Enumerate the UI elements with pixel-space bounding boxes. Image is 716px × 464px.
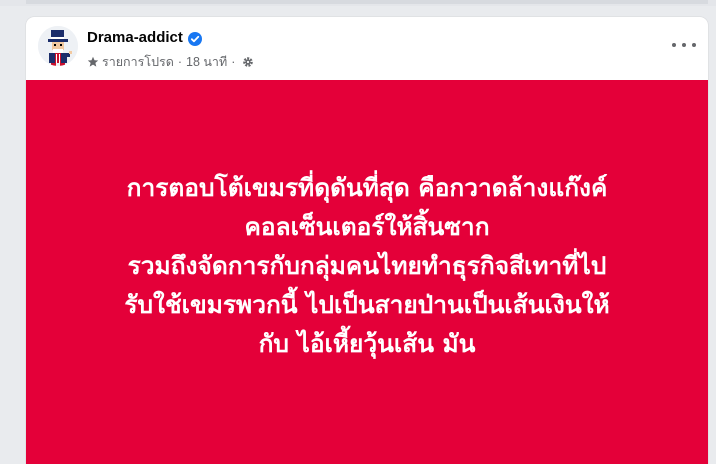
post-text-line: รับใช้เขมรพวกนี้ ไปเป็นสายป่านเป็นเส้นเง… bbox=[124, 289, 610, 319]
post-text-line: คอลเซ็นเตอร์ให้สิ้นซาก bbox=[244, 211, 490, 241]
gear-icon[interactable] bbox=[242, 56, 254, 68]
meta-separator: · bbox=[231, 55, 236, 69]
post-text: การตอบโต้เขมรที่ดุดันที่สุด คือกวาดล้างแ… bbox=[47, 168, 687, 363]
meta-separator: · bbox=[177, 55, 183, 69]
post-header: Drama-addict รายการโปรด · 18 นาที · bbox=[26, 17, 708, 79]
feed-page: Drama-addict รายการโปรด · 18 นาที · การต… bbox=[0, 0, 716, 464]
more-options-button[interactable] bbox=[672, 39, 696, 51]
more-dot bbox=[692, 43, 696, 47]
post-text-line: กับ ไอ้เหี้ยวุ้นเส้น มัน bbox=[258, 328, 476, 358]
more-dot bbox=[672, 43, 676, 47]
post-text-line: รวมถึงจัดการกับกลุ่มคนไทยทำธุรกิจสีเทาที… bbox=[127, 250, 607, 280]
verified-badge-icon bbox=[187, 31, 202, 46]
post-timestamp[interactable]: 18 นาที bbox=[186, 52, 227, 72]
previous-post-edge bbox=[0, 0, 716, 6]
audience-label[interactable]: รายการโปรด bbox=[102, 52, 174, 72]
more-dot bbox=[682, 43, 686, 47]
post-meta: รายการโปรด · 18 นาที · bbox=[87, 52, 254, 72]
author-row: Drama-addict bbox=[87, 29, 202, 46]
post-text-background: การตอบโต้เขมรที่ดุดันที่สุด คือกวาดล้างแ… bbox=[26, 80, 708, 464]
star-icon bbox=[87, 56, 99, 68]
uncle-sam-avatar-icon bbox=[38, 26, 78, 66]
post-card: Drama-addict รายการโปรด · 18 นาที · การต… bbox=[26, 17, 708, 464]
post-text-line: การตอบโต้เขมรที่ดุดันที่สุด คือกวาดล้างแ… bbox=[126, 172, 608, 202]
avatar[interactable] bbox=[38, 26, 78, 66]
author-name[interactable]: Drama-addict bbox=[87, 29, 183, 46]
